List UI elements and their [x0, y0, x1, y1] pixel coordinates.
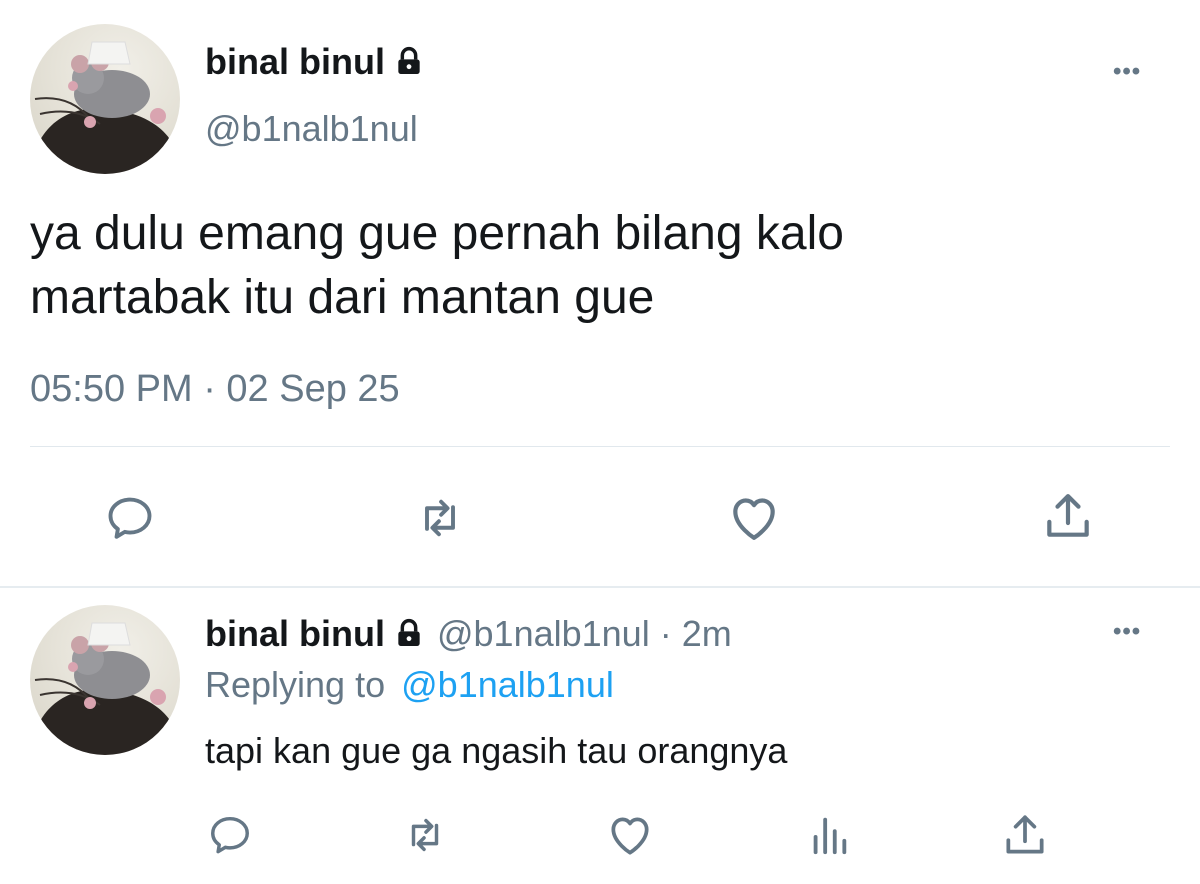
lock-icon — [393, 618, 425, 650]
share-icon[interactable] — [1040, 488, 1096, 544]
avatar[interactable] — [30, 605, 180, 755]
like-icon[interactable] — [724, 490, 784, 546]
replying-to-link[interactable]: @b1nalb1nul — [401, 664, 614, 705]
separator: · — [659, 613, 672, 654]
tweet-text-line-1: ya dulu emang gue pernah bilang kalo — [30, 207, 844, 260]
replying-to-label: Replying to — [205, 664, 386, 705]
like-icon[interactable] — [604, 810, 656, 860]
display-name[interactable]: binal binul — [205, 613, 385, 655]
avatar[interactable] — [30, 24, 180, 174]
section-divider — [0, 586, 1200, 588]
more-options-button[interactable]: ••• — [1113, 58, 1141, 86]
handle[interactable]: @b1nalb1nul — [205, 108, 418, 150]
reply-text: tapi kan gue ga ngasih tau orangnya — [205, 730, 788, 771]
timestamp[interactable]: 05:50 PM · 02 Sep 25 — [30, 368, 400, 411]
divider — [30, 446, 1170, 447]
lock-icon — [393, 46, 425, 78]
share-icon[interactable] — [1000, 810, 1050, 860]
retweet-icon[interactable] — [412, 492, 468, 544]
handle[interactable]: @b1nalb1nul — [437, 613, 650, 655]
reply-icon[interactable] — [104, 492, 156, 544]
tweet-text-line-2: martabak itu dari mantan gue — [30, 271, 655, 324]
reply-header-row: binal binul @b1nalb1nul · 2m — [205, 612, 732, 656]
display-name-row: binal binul — [205, 40, 425, 84]
more-options-button[interactable]: ••• — [1113, 618, 1141, 646]
analytics-icon[interactable] — [806, 812, 852, 858]
replying-to-row: Replying to @b1nalb1nul — [205, 664, 614, 706]
tweet-age[interactable]: 2m — [682, 613, 732, 655]
retweet-icon[interactable] — [400, 812, 450, 858]
reply-icon[interactable] — [207, 812, 253, 858]
display-name[interactable]: binal binul — [205, 41, 385, 83]
